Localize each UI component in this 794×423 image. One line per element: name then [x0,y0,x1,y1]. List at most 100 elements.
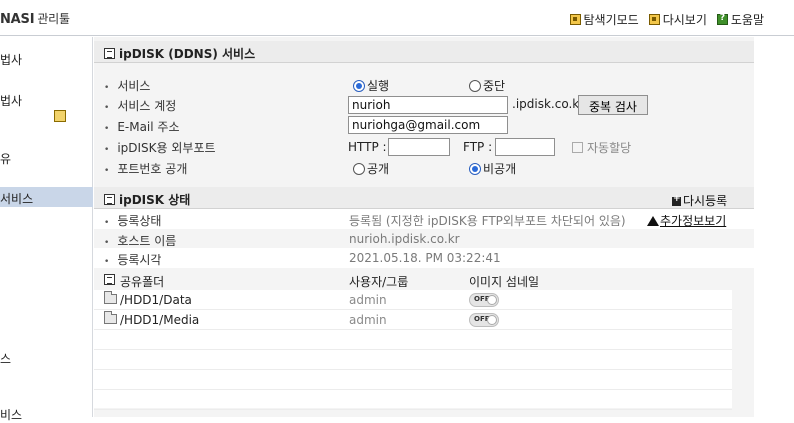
app-title-text: NASI [0,12,35,27]
col-thumbnail: 이미지 섬네일 [469,275,540,289]
empty-row [94,350,732,370]
sidebar-item-2[interactable]: 유 [0,150,11,167]
top-links: 탐색기모드 다시보기 도움말 [569,11,764,28]
shares-header: 공유폴더 사용자/그룹 이미지 섬네일 [94,270,754,290]
warning-icon [647,216,659,226]
sidebar-item-services[interactable]: 서비스 [0,187,93,207]
folder-icon [104,311,117,324]
ddns-title: ipDISK (DDNS) 서비스 [119,47,256,61]
help-link[interactable]: 도움말 [716,11,764,28]
service-label: 서비스 [104,77,150,94]
port-public-row: 포트번호 공개 공개 비공개 [94,157,754,177]
refresh-label: 다시보기 [662,13,707,27]
more-info-label: 추가정보보기 [660,214,727,228]
stop-radio[interactable]: 중단 [469,77,505,94]
main-panel: ipDISK (DDNS) 서비스 서비스 실행 중단 서비스 계정 .ipdi… [94,37,754,417]
share-row: /HDD1/Media admin OFF [94,310,732,330]
reg-state-value: 등록됨 (지정한 ipDISK용 FTP외부포트 차단되어 있음) [349,214,626,228]
reregister-link[interactable]: 다시등록 [672,192,727,209]
account-label: 서비스 계정 [104,97,176,114]
http-label: HTTP : [348,140,387,154]
run-radio[interactable]: 실행 [353,77,389,94]
account-row: 서비스 계정 .ipdisk.co.kr 중복 검사 [94,94,754,115]
plus-icon [672,194,681,206]
share-row: /HDD1/Data admin OFF [94,290,732,310]
help-icon [716,13,728,25]
host-row: 호스트 이름 nurioh.ipdisk.co.kr [94,229,754,249]
refresh-link[interactable]: 다시보기 [648,11,707,28]
private-label: 비공개 [483,162,517,176]
public-label: 공개 [367,162,390,176]
reg-time-value: 2021.05.18. PM 03:22:41 [349,251,501,265]
port-label: ipDISK용 외부포트 [104,139,215,156]
ddns-section-header: ipDISK (DDNS) 서비스 [94,41,754,63]
reg-state-row: 등록상태 등록됨 (지정한 ipDISK용 FTP외부포트 차단되어 있음) 추… [94,209,754,229]
host-value: nurioh.ipdisk.co.kr [349,232,460,246]
port-row: ipDISK용 외부포트 HTTP : FTP : 자동할당 [94,136,754,156]
private-radio[interactable]: 비공개 [469,160,516,177]
ftp-port-input[interactable] [495,138,555,156]
col-folder: 공유폴더 [120,275,165,289]
public-radio[interactable]: 공개 [353,160,389,177]
checkbox-icon [572,142,583,153]
ftp-label: FTP : [463,140,493,154]
col-user: 사용자/그룹 [349,275,409,289]
stop-label: 중단 [483,79,506,93]
top-bar: NASI관리툴 탐색기모드 다시보기 도움말 [0,0,794,36]
sidebar-item-0[interactable]: 법사 [0,51,22,68]
auto-assign-checkbox[interactable]: 자동할당 [572,139,631,156]
sidebar-item-services-label: 서비스 [0,192,34,206]
help-label: 도움말 [730,13,764,27]
more-info-link[interactable]: 추가정보보기 [647,212,726,229]
email-label: E-Mail 주소 [104,118,179,135]
empty-share-rows [94,330,732,410]
http-port-input[interactable] [388,138,450,156]
auto-assign-label: 자동할당 [587,141,632,155]
reg-time-label: 등록시각 [104,251,161,268]
refresh-icon [648,14,660,25]
app-subtitle: 관리툴 [37,12,70,26]
status-section-header: ipDISK 상태 [94,187,754,209]
domain-suffix: .ipdisk.co.kr [512,97,585,111]
empty-row [94,330,732,350]
host-label: 호스트 이름 [104,232,176,249]
right-margin [754,37,794,417]
explorer-mode-label: 탐색기모드 [583,13,639,27]
toggle-knob [487,295,497,305]
status-title: ipDISK 상태 [119,193,191,207]
toggle-knob [487,315,497,325]
empty-row [94,370,732,390]
radio-on-icon [469,162,481,175]
email-input[interactable] [348,116,508,134]
reg-state-label: 등록상태 [104,212,161,229]
dup-check-button[interactable]: 중복 검사 [578,95,648,115]
explorer-mode-link[interactable]: 탐색기모드 [569,11,639,28]
port-public-label: 포트번호 공개 [104,160,187,177]
thumbnail-toggle[interactable]: OFF [469,293,499,307]
account-input[interactable] [348,96,508,114]
share-user: admin [349,313,387,327]
folder-list-icon [104,274,115,285]
radio-off-icon [353,162,365,175]
sidebar-item-5[interactable]: 비스 [0,406,22,423]
folder-icon [104,291,117,304]
service-row: 서비스 실행 중단 [94,74,754,94]
sidebar: 법사 법사 유 서비스 스 비스 [0,37,93,422]
sidebar-item-4[interactable]: 스 [0,350,11,367]
share-folder: /HDD1/Data [120,293,192,307]
reg-time-row: 등록시각 2021.05.18. PM 03:22:41 [94,248,754,268]
app-title: NASI 관리툴 [0,10,70,27]
empty-row [94,390,732,410]
reregister-label: 다시등록 [683,194,728,208]
sidebar-item-1[interactable]: 법사 [0,92,22,109]
section-icon [104,194,115,205]
badge-icon [54,110,66,122]
email-row: E-Mail 주소 [94,115,754,135]
explorer-icon [569,14,581,25]
share-folder: /HDD1/Media [120,313,200,327]
section-icon [104,48,115,59]
radio-off-icon [469,79,481,92]
radio-on-icon [353,79,365,92]
thumbnail-toggle[interactable]: OFF [469,313,499,327]
run-label: 실행 [367,79,390,93]
